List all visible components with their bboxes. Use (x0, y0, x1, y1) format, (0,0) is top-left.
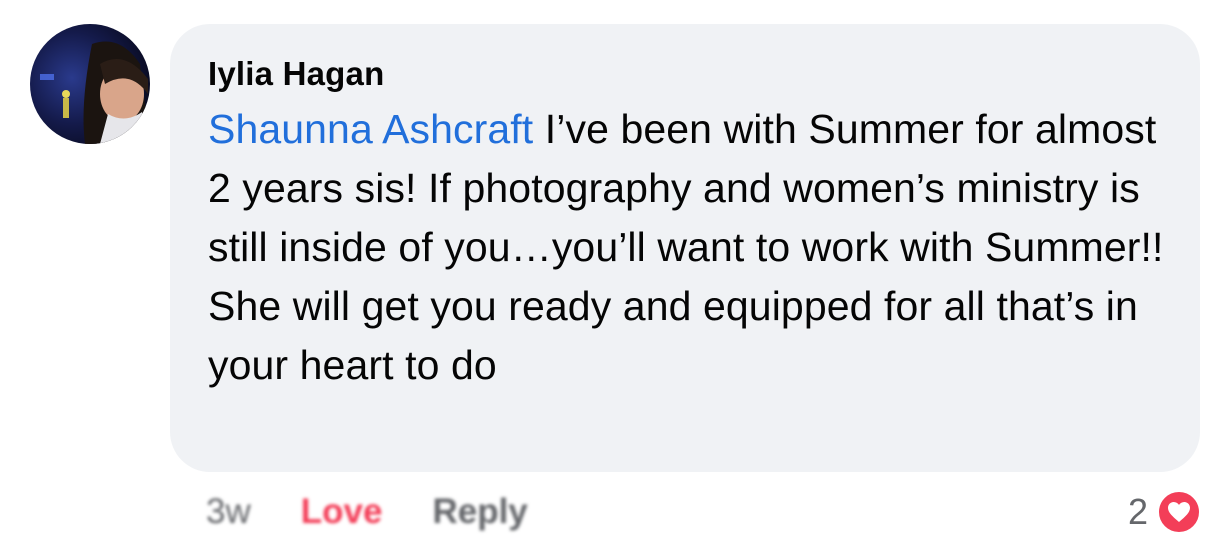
mention-link[interactable]: Shaunna Ashcraft (208, 106, 533, 152)
comment-body: Shaunna Ashcraft I’ve been with Summer f… (208, 100, 1188, 395)
avatar-photo (30, 24, 150, 144)
love-button[interactable]: Love (301, 492, 383, 532)
reply-button[interactable]: Reply (432, 492, 527, 532)
comment-actions: 3w Love Reply (206, 490, 528, 534)
comment-timestamp[interactable]: 3w (206, 492, 251, 532)
comment-bubble: Iylia Hagan Shaunna Ashcraft I’ve been w… (170, 24, 1200, 472)
reaction-summary[interactable]: 2 (1128, 488, 1202, 536)
comment-author[interactable]: Iylia Hagan (208, 54, 1170, 94)
heart-icon (1156, 489, 1202, 535)
reaction-count: 2 (1127, 491, 1148, 532)
avatar[interactable] (30, 24, 150, 144)
